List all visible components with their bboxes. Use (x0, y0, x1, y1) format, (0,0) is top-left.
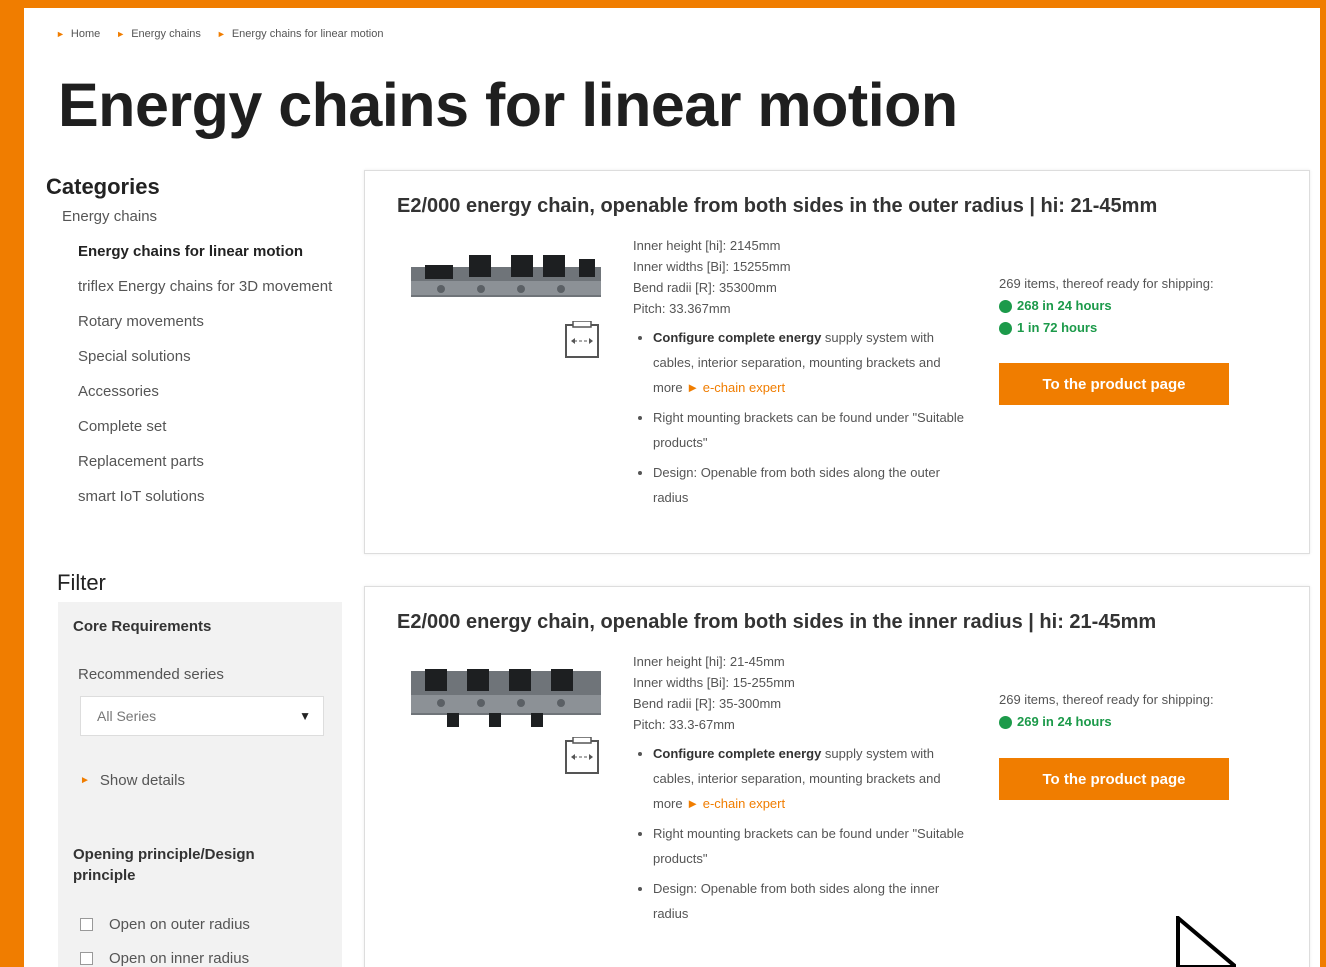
product-image[interactable] (411, 665, 601, 735)
stock-info: 269 items, thereof ready for shipping: 2… (999, 273, 1214, 339)
breadcrumb-label: Energy chains for linear motion (231, 28, 384, 40)
category-item-accessories[interactable]: Accessories (78, 379, 346, 404)
breadcrumb: ► Home ► Energy chains ► Energy chains for … (56, 28, 383, 40)
clock-icon (999, 299, 1012, 313)
arrow-right-icon: ► (56, 29, 65, 39)
option-open-outer-radius[interactable]: Open on outer radius (80, 916, 250, 933)
arrow-right-icon: ► (116, 29, 126, 39)
series-select[interactable]: All Series ▼ (80, 696, 324, 736)
page: ► Home ► Energy chains ► Energy chains for … (24, 8, 1320, 967)
stock-text: 269 items, thereof ready for shipping: (999, 692, 1214, 707)
opening-principle-heading: Opening principle/Design principle (73, 846, 255, 884)
recommended-series-label: Recommended series (78, 666, 224, 683)
show-details-toggle[interactable]: ► Show details (80, 772, 185, 789)
chain-cross-section-icon (565, 321, 599, 358)
breadcrumb-energy-chains[interactable]: ► Energy chains (116, 28, 201, 40)
category-item-triflex[interactable]: triflex Energy chains for 3D movement (78, 274, 346, 299)
stock-text: 269 items, thereof ready for shipping: (999, 276, 1214, 291)
stock-info: 269 items, thereof ready for shipping: 2… (999, 689, 1214, 733)
feature-list: Configure complete energy supply system … (633, 741, 973, 931)
spec-inner-widths: Inner widths [Bi]: 15-255mm (633, 675, 795, 690)
stock-row: 269 in 24 hours (999, 711, 1214, 733)
category-item-rotary[interactable]: Rotary movements (78, 309, 346, 334)
stock-row-label: 268 in 24 hours (1017, 298, 1112, 313)
sidebar: Categories Energy chains Energy chains f… (46, 174, 346, 519)
feature-item: Design: Openable from both sides along t… (653, 876, 973, 926)
spec-inner-height: Inner height [hi]: 2145mm (633, 238, 781, 253)
clock-icon (999, 321, 1012, 335)
stock-row: 1 in 72 hours (999, 317, 1214, 339)
category-list: Energy chains for linear motion triflex … (78, 239, 346, 509)
stock-row-label: 269 in 24 hours (1017, 714, 1112, 729)
caret-down-icon: ▼ (299, 709, 311, 723)
stock-row-label: 1 in 72 hours (1017, 320, 1098, 335)
filter-title: Filter (57, 570, 106, 595)
echain-expert-link[interactable]: ► e-chain expert (686, 380, 785, 395)
breadcrumb-label: Home (70, 28, 101, 40)
feature-item: Right mounting brackets can be found und… (653, 821, 973, 871)
breadcrumb-home[interactable]: ► Home (56, 28, 100, 40)
option-label: Open on inner radius (109, 950, 250, 967)
category-parent[interactable]: Energy chains (62, 208, 346, 225)
arrow-right-icon: ► (80, 775, 90, 786)
product-image[interactable] (411, 249, 601, 319)
feature-bold: Configure complete energy (653, 330, 822, 345)
mouse-cursor-icon (1176, 916, 1236, 967)
product-page-button[interactable]: To the product page (999, 758, 1229, 800)
category-item-replacement[interactable]: Replacement parts (78, 449, 346, 474)
arrow-right-icon: ► (216, 29, 226, 39)
spec-pitch: Pitch: 33.367mm (633, 301, 731, 316)
category-item-iot[interactable]: smart IoT solutions (78, 484, 346, 509)
category-item-complete-set[interactable]: Complete set (78, 414, 346, 439)
clock-icon (999, 715, 1012, 729)
spec-inner-widths: Inner widths [Bi]: 15255mm (633, 259, 791, 274)
breadcrumb-label: Energy chains (131, 28, 201, 40)
feature-list: Configure complete energy supply system … (633, 325, 973, 515)
stock-row: 268 in 24 hours (999, 295, 1214, 317)
option-label: Open on outer radius (109, 916, 250, 933)
spec-list: Inner height [hi]: 21-45mm Inner widths … (633, 651, 795, 735)
spec-bend-radii: Bend radii [R]: 35300mm (633, 280, 777, 295)
category-item-linear-motion[interactable]: Energy chains for linear motion (78, 239, 346, 264)
feature-item: Configure complete energy supply system … (653, 325, 973, 400)
categories-title: Categories (46, 174, 160, 199)
product-title[interactable]: E2/000 energy chain, openable from both … (397, 611, 1156, 634)
category-item-special[interactable]: Special solutions (78, 344, 346, 369)
feature-bold: Configure complete energy (653, 746, 822, 761)
checkbox[interactable] (80, 918, 93, 931)
checkbox[interactable] (80, 952, 93, 965)
series-select-value: All Series (97, 708, 157, 724)
spec-inner-height: Inner height [hi]: 21-45mm (633, 654, 785, 669)
spec-list: Inner height [hi]: 2145mm Inner widths [… (633, 235, 791, 319)
product-page-button[interactable]: To the product page (999, 363, 1229, 405)
option-open-inner-radius[interactable]: Open on inner radius (80, 950, 249, 967)
product-title[interactable]: E2/000 energy chain, openable from both … (397, 195, 1157, 218)
echain-expert-link[interactable]: ► e-chain expert (686, 796, 785, 811)
feature-item: Design: Openable from both sides along t… (653, 460, 973, 510)
product-card: E2/000 energy chain, openable from both … (364, 586, 1310, 967)
filter-panel: Core Requirements Recommended series All… (58, 602, 342, 967)
page-title: Energy chains for linear motion (58, 71, 958, 139)
breadcrumb-current[interactable]: ► Energy chains for linear motion (217, 28, 384, 40)
feature-item: Right mounting brackets can be found und… (653, 405, 973, 455)
spec-pitch: Pitch: 33.3-67mm (633, 717, 735, 732)
spec-bend-radii: Bend radii [R]: 35-300mm (633, 696, 782, 711)
chain-cross-section-icon (565, 737, 599, 774)
core-requirements-heading: Core Requirements (73, 618, 212, 635)
feature-item: Configure complete energy supply system … (653, 741, 973, 816)
product-card: E2/000 energy chain, openable from both … (364, 170, 1310, 554)
show-details-label: Show details (99, 772, 185, 789)
